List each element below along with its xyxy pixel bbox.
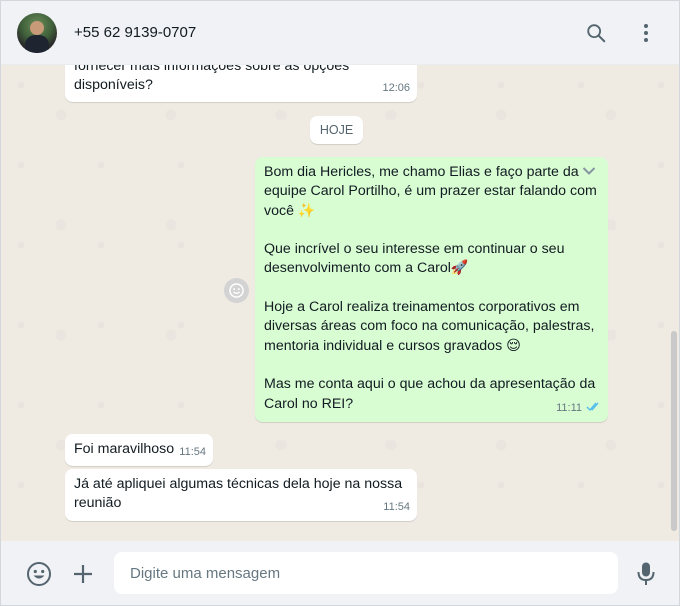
message-outgoing[interactable]: Bom dia Hericles, me chamo Elias e faço … — [255, 157, 608, 422]
menu-dots-icon[interactable] — [634, 21, 658, 45]
microphone-icon[interactable] — [632, 560, 660, 588]
chat-header: +55 62 9139-0707 — [1, 1, 679, 65]
message-list[interactable]: fornecer mais informações sobre as opçõe… — [1, 65, 679, 541]
composer — [1, 541, 679, 605]
date-separator: HOJE — [310, 116, 363, 144]
emoji-icon[interactable] — [25, 560, 53, 588]
chat-window: +55 62 9139-0707 fornecer mais informaçõ… — [0, 0, 680, 606]
react-emoji-icon[interactable] — [224, 278, 249, 303]
contact-avatar[interactable] — [17, 13, 57, 53]
message-time: 11:54 — [179, 445, 206, 458]
message-incoming[interactable]: Foi maravilhoso 11:54 — [65, 434, 213, 466]
message-time: 11:54 — [383, 500, 410, 513]
message-incoming[interactable]: Já até apliquei algumas técnicas dela ho… — [65, 469, 417, 521]
read-ticks-icon — [586, 399, 602, 418]
plus-icon[interactable] — [69, 560, 97, 588]
search-icon[interactable] — [584, 21, 608, 45]
message-text: Bom dia Hericles, me chamo Elias e faço … — [264, 164, 597, 412]
message-input[interactable] — [114, 552, 618, 594]
contact-name[interactable]: +55 62 9139-0707 — [74, 24, 196, 41]
message-text: Já até apliquei algumas técnicas dela ho… — [74, 476, 403, 512]
chevron-down-icon[interactable] — [582, 163, 596, 182]
message-text: fornecer mais informações sobre as opçõe… — [74, 65, 350, 94]
message-incoming[interactable]: fornecer mais informações sobre as opçõe… — [65, 65, 417, 102]
message-time: 11:11 — [556, 401, 582, 414]
chat-scrollbar[interactable] — [671, 331, 677, 531]
message-time: 12:06 — [382, 81, 410, 94]
